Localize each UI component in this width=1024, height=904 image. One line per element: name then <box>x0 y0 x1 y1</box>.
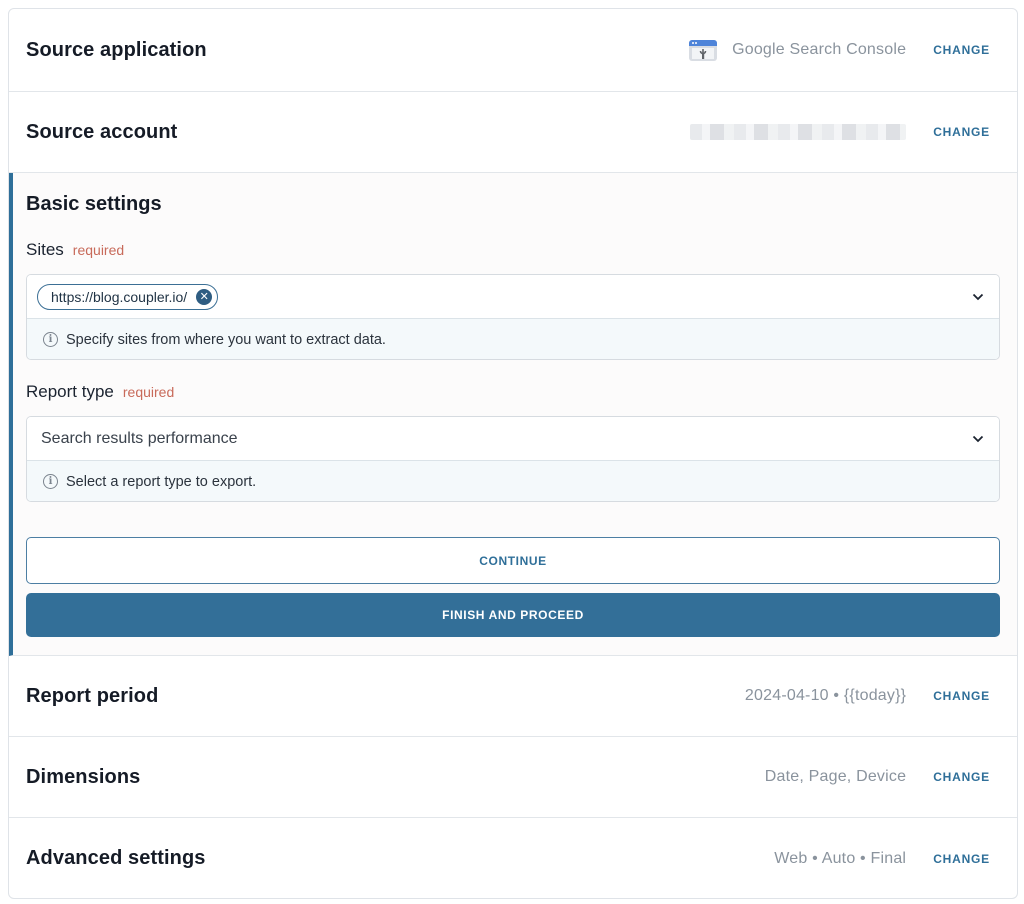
dimensions-title: Dimensions <box>26 765 141 788</box>
change-advanced-settings-link[interactable]: CHANGE <box>933 852 990 866</box>
advanced-settings-value: Web • Auto • Final <box>774 849 907 867</box>
chevron-down-icon[interactable] <box>971 290 985 304</box>
change-report-period-link[interactable]: CHANGE <box>933 689 990 703</box>
remove-chip-icon[interactable]: ✕ <box>196 288 213 305</box>
report-type-hint: i Select a report type to export. <box>27 461 999 501</box>
source-application-title: Source application <box>26 38 207 61</box>
report-type-field-label: Report type required <box>26 382 174 402</box>
sites-field-label: Sites required <box>26 240 124 260</box>
sites-select[interactable]: https://blog.coupler.io/ ✕ i Specify sit… <box>26 274 1000 360</box>
source-application-summary: Google Search Console CHANGE <box>688 37 990 63</box>
source-account-title: Source account <box>26 120 178 143</box>
importer-settings-panel: Source application Google Search Console… <box>8 8 1018 899</box>
change-dimensions-link[interactable]: CHANGE <box>933 770 990 784</box>
info-icon: i <box>43 332 58 347</box>
dimensions-value: Date, Page, Device <box>764 768 907 785</box>
report-period-summary: 2024-04-10 • {{today}} CHANGE <box>745 687 990 705</box>
report-type-select-control[interactable]: Search results performance <box>27 417 999 461</box>
report-type-value: Search results performance <box>41 429 238 447</box>
report-period-title: Report period <box>26 684 159 707</box>
source-application-row: Source application Google Search Console… <box>9 9 1017 92</box>
report-type-select[interactable]: Search results performance i Select a re… <box>26 416 1000 502</box>
change-source-account-link[interactable]: CHANGE <box>933 125 990 139</box>
report-type-hint-text: Select a report type to export. <box>66 473 257 490</box>
sites-select-control[interactable]: https://blog.coupler.io/ ✕ <box>27 275 999 319</box>
dimensions-summary: Date, Page, Device CHANGE <box>765 768 990 786</box>
blurred-account-value <box>690 124 907 140</box>
continue-button[interactable]: CONTINUE <box>26 537 1000 584</box>
advanced-settings-summary: Web • Auto • Final CHANGE <box>774 850 990 868</box>
source-application-value: Google Search Console <box>732 41 907 58</box>
report-period-value: 2024-04-10 • {{today}} <box>744 687 907 704</box>
change-source-application-link[interactable]: CHANGE <box>933 43 990 57</box>
sites-hint: i Specify sites from where you want to e… <box>27 319 999 359</box>
source-account-row: Source account CHANGE <box>9 92 1017 173</box>
basic-settings-title: Basic settings <box>26 193 162 215</box>
report-type-label: Report type <box>26 382 114 401</box>
report-type-required-tag: required <box>122 384 175 400</box>
site-chip: https://blog.coupler.io/ ✕ <box>37 283 219 310</box>
chevron-down-icon[interactable] <box>971 432 985 446</box>
finish-and-proceed-button[interactable]: FINISH AND PROCEED <box>26 593 1000 637</box>
sites-required-tag: required <box>72 242 125 258</box>
source-account-summary: CHANGE <box>690 124 990 140</box>
sites-label: Sites <box>26 240 64 259</box>
google-search-console-icon <box>688 37 718 63</box>
dimensions-row: Dimensions Date, Page, Device CHANGE <box>9 737 1017 818</box>
advanced-settings-title: Advanced settings <box>26 847 206 869</box>
site-chip-label: https://blog.coupler.io/ <box>51 288 188 305</box>
advanced-settings-row: Advanced settings Web • Auto • Final CHA… <box>9 818 1017 898</box>
info-icon: i <box>43 474 58 489</box>
sites-hint-text: Specify sites from where you want to ext… <box>66 331 386 348</box>
basic-settings-section: Basic settings Sites required https://blo… <box>9 173 1017 656</box>
report-period-row: Report period 2024-04-10 • {{today}} CHA… <box>9 656 1017 737</box>
